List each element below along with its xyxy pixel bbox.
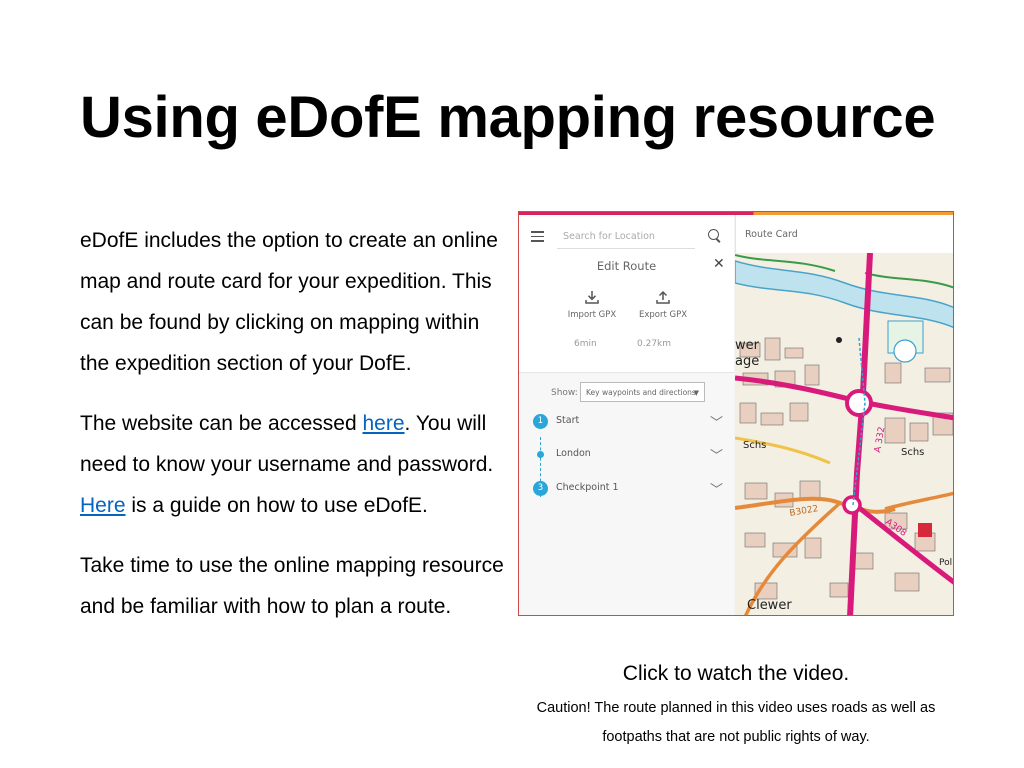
waypoint-number: 3 [533,481,548,496]
map-label-wer: wer [735,338,760,353]
waypoint-item[interactable]: London ﹀ [533,445,723,465]
import-gpx-label: Import GPX [567,310,617,320]
caret-down-icon: ▼ [693,389,699,397]
chevron-down-icon[interactable]: ﹀ [710,445,723,464]
import-gpx-button[interactable]: Import GPX [557,289,627,320]
map-label-pol: Pol [939,558,952,568]
paragraph-intro: eDofE includes the option to create an o… [80,229,498,375]
route-duration: 6min [574,339,597,349]
edit-route-heading: Edit Route [596,259,657,273]
show-select[interactable]: Key waypoints and directions ▼ [580,382,705,402]
chevron-down-icon[interactable]: ﹀ [710,479,723,498]
location-search-input[interactable]: Search for Location [557,223,695,249]
paragraph-practice: Take time to use the online mapping reso… [80,554,504,618]
show-select-value: Key waypoints and directions [586,388,696,397]
waypoint-item[interactable]: 1 Start ﹀ [533,412,723,432]
waypoint-label: Checkpoint 1 [556,482,619,493]
video-caption: Click to watch the video. [622,662,850,685]
menu-icon[interactable] [531,231,544,245]
waypoint-dot [537,451,544,458]
os-map[interactable]: wer age Schs Schs Clewer Pol A 332 A308 … [735,253,954,616]
close-icon[interactable]: ✕ [713,256,725,272]
website-link[interactable]: here [363,412,405,435]
edit-route-panel: Search for Location Edit Route ✕ Import … [519,215,734,615]
waypoint-item[interactable]: 3 Checkpoint 1 ﹀ [533,479,723,499]
map-label-schs-east: Schs [901,447,924,458]
route-distance: 0.27km [637,339,672,349]
chevron-down-icon[interactable]: ﹀ [710,412,723,431]
waypoint-label: London [556,448,591,459]
edofe-video-screenshot[interactable]: Search for Location Edit Route ✕ Import … [518,211,954,616]
paragraph-access: The website can be accessed here. You wi… [80,403,510,526]
show-label: Show: [551,388,578,398]
route-card-tab[interactable]: Route Card [735,215,953,253]
video-caution: Caution! The route planned in this video… [536,700,936,745]
access-text-c: is a guide on how to use eDofE. [125,494,428,517]
access-text-a: The website can be accessed [80,412,363,435]
upload-icon [628,289,698,310]
export-gpx-label: Export GPX [638,310,688,320]
map-label-age: age [735,354,759,369]
search-icon[interactable] [708,229,719,240]
waypoint-label: Start [556,415,580,426]
export-gpx-button[interactable]: Export GPX [628,289,698,320]
slide-title: Using eDofE mapping resource [80,85,936,150]
download-icon [557,289,627,310]
waypoint-number: 1 [533,414,548,429]
guide-link[interactable]: Here [80,494,126,517]
map-label-schs: Schs [743,440,766,451]
map-label-clewer: Clewer [747,598,792,613]
body-text: eDofE includes the option to create an o… [80,220,510,646]
